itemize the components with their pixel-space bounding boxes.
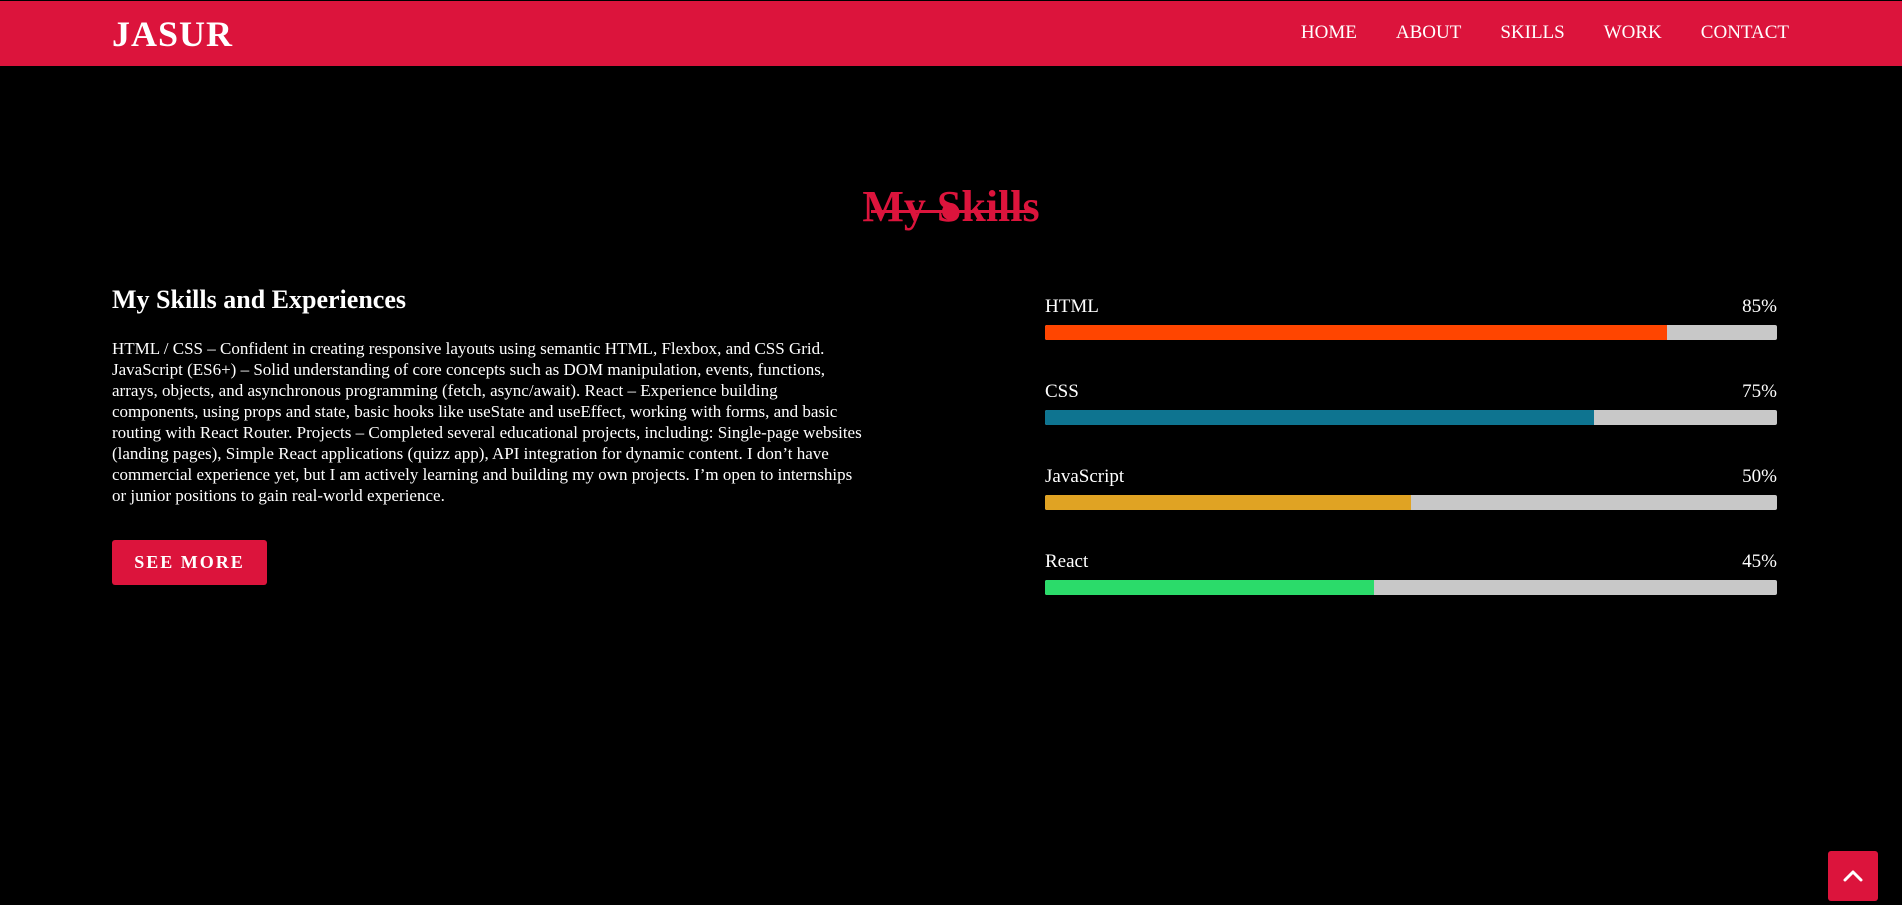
logo[interactable]: JASUR [112, 14, 233, 54]
nav-link-home[interactable]: HOME [1301, 21, 1357, 45]
skills-paragraph: HTML / CSS – Confident in creating respo… [112, 339, 862, 505]
skill-name: JavaScript [1045, 466, 1125, 487]
skill-item-react: React 45% [1045, 549, 1777, 634]
skill-percent: 50% [1742, 466, 1777, 487]
skill-fill [1045, 325, 1668, 340]
skill-name: CSS [1045, 381, 1079, 402]
title-divider [871, 201, 1030, 221]
see-more-button[interactable]: SEE MORE [112, 540, 267, 585]
skill-percent: 85% [1742, 296, 1777, 317]
skill-track [1045, 495, 1777, 510]
skill-fill [1045, 410, 1594, 425]
skill-fill [1045, 495, 1411, 510]
scroll-to-top-button[interactable] [1828, 851, 1878, 901]
skills-heading: My Skills and Experiences [112, 285, 406, 314]
nav-menu: HOME ABOUT SKILLS WORK CONTACT [1262, 21, 1789, 45]
skill-percent: 45% [1742, 551, 1777, 572]
skill-track [1045, 410, 1777, 425]
chevron-up-icon [1843, 870, 1863, 882]
nav-link-work[interactable]: WORK [1604, 21, 1662, 45]
skill-item-javascript: JavaScript 50% [1045, 464, 1777, 549]
skill-bars: HTML 85% CSS 75% JavaScript 50% React 45… [1045, 294, 1777, 634]
skills-description: My Skills and Experiences HTML / CSS – C… [112, 284, 867, 506]
navbar: JASUR HOME ABOUT SKILLS WORK CONTACT [0, 1, 1902, 66]
divider-dot [942, 203, 959, 220]
skill-track [1045, 325, 1777, 340]
nav-link-skills[interactable]: SKILLS [1500, 21, 1564, 45]
skill-item-html: HTML 85% [1045, 294, 1777, 379]
skill-fill [1045, 580, 1375, 595]
skill-percent: 75% [1742, 381, 1777, 402]
nav-link-contact[interactable]: CONTACT [1701, 21, 1789, 45]
skill-name: React [1045, 551, 1089, 572]
skill-item-css: CSS 75% [1045, 379, 1777, 464]
nav-link-about[interactable]: ABOUT [1396, 21, 1461, 45]
skill-track [1045, 580, 1777, 595]
skill-name: HTML [1045, 296, 1099, 317]
